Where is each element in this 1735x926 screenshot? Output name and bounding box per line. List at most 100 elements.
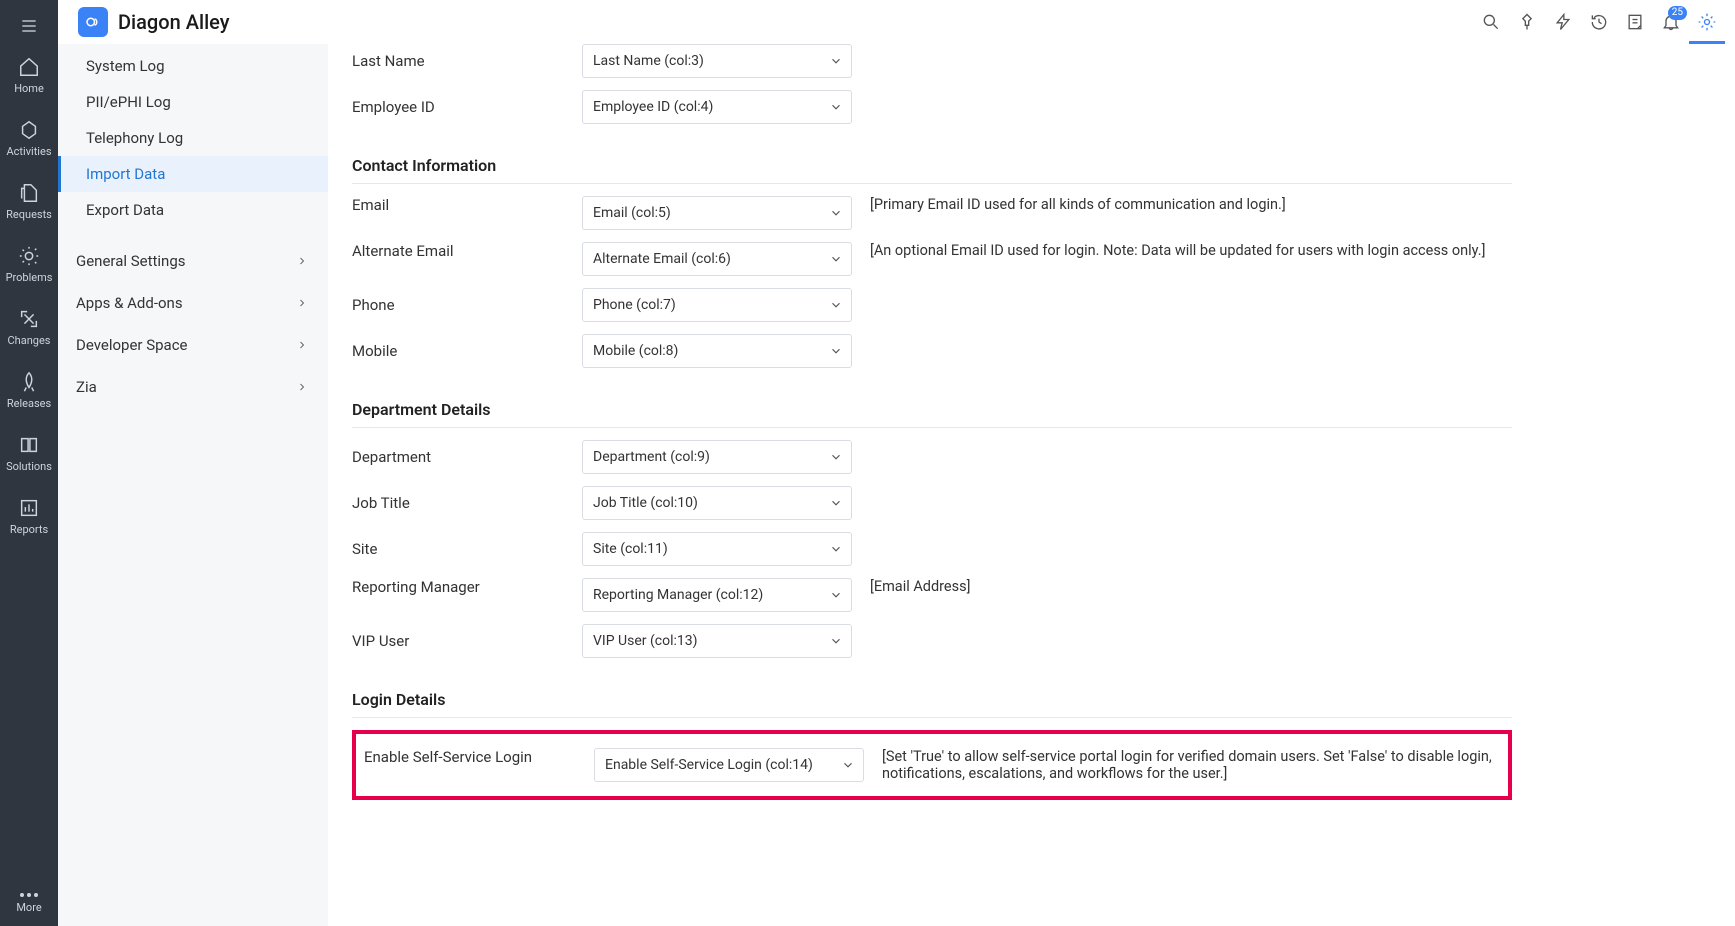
- main-content: Last Name Last Name (col:3) Employee ID …: [328, 44, 1735, 926]
- select-value: Email (col:5): [593, 205, 671, 221]
- label-phone: Phone: [352, 296, 582, 314]
- select-department[interactable]: Department (col:9): [582, 440, 852, 474]
- nav-home[interactable]: Home: [0, 44, 58, 107]
- nav-changes[interactable]: Changes: [0, 296, 58, 359]
- menu-toggle[interactable]: [0, 8, 58, 44]
- more-icon: [20, 893, 38, 897]
- section-title-login: Login Details: [352, 690, 1512, 718]
- nav-solutions[interactable]: Solutions: [0, 422, 58, 485]
- chevron-down-icon: [829, 206, 843, 220]
- label-alt-email: Alternate Email: [352, 242, 582, 260]
- sidebar-section-label: Apps & Add-ons: [76, 294, 183, 312]
- row-enable-self-service-login: Enable Self-Service Login Enable Self-Se…: [364, 748, 1500, 782]
- row-site: Site Site (col:11): [352, 532, 1512, 566]
- nav-changes-label: Changes: [8, 334, 51, 347]
- select-value: Mobile (col:8): [593, 343, 678, 359]
- select-value: Reporting Manager (col:12): [593, 587, 763, 603]
- topbar: Diagon Alley 25: [58, 0, 1735, 44]
- settings-sidebar: System Log PII/ePHI Log Telephony Log Im…: [58, 44, 328, 926]
- sidebar-section-general-settings[interactable]: General Settings: [58, 240, 328, 282]
- chevron-right-icon: [296, 339, 308, 351]
- sidebar-section-zia[interactable]: Zia: [58, 366, 328, 408]
- select-alt-email[interactable]: Alternate Email (col:6): [582, 242, 852, 276]
- bolt-icon[interactable]: [1545, 4, 1581, 40]
- select-reporting-manager[interactable]: Reporting Manager (col:12): [582, 578, 852, 612]
- select-job-title[interactable]: Job Title (col:10): [582, 486, 852, 520]
- chevron-down-icon: [829, 54, 843, 68]
- sidebar-item-pii-log[interactable]: PII/ePHI Log: [58, 84, 328, 120]
- highlighted-row: Enable Self-Service Login Enable Self-Se…: [352, 730, 1512, 800]
- select-phone[interactable]: Phone (col:7): [582, 288, 852, 322]
- brand-icon: [78, 7, 108, 37]
- sidebar-section-apps-addons[interactable]: Apps & Add-ons: [58, 282, 328, 324]
- sidebar-section-developer-space[interactable]: Developer Space: [58, 324, 328, 366]
- select-value: Enable Self-Service Login (col:14): [605, 757, 813, 773]
- chevron-right-icon: [296, 297, 308, 309]
- sidebar-item-import-data[interactable]: Import Data: [58, 156, 328, 192]
- select-value: Employee ID (col:4): [593, 99, 713, 115]
- sidebar-item-system-log[interactable]: System Log: [58, 48, 328, 84]
- label-site: Site: [352, 540, 582, 558]
- primary-nav: Home Activities Requests Problems Change…: [0, 0, 58, 926]
- sidebar-section-label: Zia: [76, 378, 97, 396]
- chevron-down-icon: [829, 298, 843, 312]
- hint-alt-email: [An optional Email ID used for login. No…: [852, 242, 1512, 259]
- label-vip-user: VIP User: [352, 632, 582, 650]
- row-email: Email Email (col:5) [Primary Email ID us…: [352, 196, 1512, 230]
- section-title-dept: Department Details: [352, 400, 1512, 428]
- select-vip-user[interactable]: VIP User (col:13): [582, 624, 852, 658]
- note-icon[interactable]: [1617, 4, 1653, 40]
- brand[interactable]: Diagon Alley: [78, 7, 230, 37]
- section-title-contact: Contact Information: [352, 156, 1512, 184]
- select-site[interactable]: Site (col:11): [582, 532, 852, 566]
- chevron-down-icon: [829, 252, 843, 266]
- hint-reporting-manager: [Email Address]: [852, 578, 1512, 595]
- chevron-right-icon: [296, 381, 308, 393]
- hint-email: [Primary Email ID used for all kinds of …: [852, 196, 1512, 213]
- select-value: Alternate Email (col:6): [593, 251, 731, 267]
- label-last-name: Last Name: [352, 52, 582, 70]
- settings-icon[interactable]: [1689, 4, 1725, 40]
- chevron-down-icon: [829, 588, 843, 602]
- notifications-icon[interactable]: 25: [1653, 4, 1689, 40]
- nav-activities-label: Activities: [7, 145, 52, 158]
- select-value: Phone (col:7): [593, 297, 676, 313]
- select-value: Job Title (col:10): [593, 495, 698, 511]
- chevron-down-icon: [829, 450, 843, 464]
- pin-icon[interactable]: [1509, 4, 1545, 40]
- label-enable-self-service-login: Enable Self-Service Login: [364, 748, 594, 766]
- row-mobile: Mobile Mobile (col:8): [352, 334, 1512, 368]
- label-reporting-manager: Reporting Manager: [352, 578, 582, 596]
- chevron-down-icon: [829, 344, 843, 358]
- nav-requests[interactable]: Requests: [0, 170, 58, 233]
- sidebar-item-telephony-log[interactable]: Telephony Log: [58, 120, 328, 156]
- nav-reports[interactable]: Reports: [0, 485, 58, 548]
- select-value: Department (col:9): [593, 449, 710, 465]
- chevron-down-icon: [829, 542, 843, 556]
- nav-more[interactable]: More: [0, 881, 58, 926]
- select-email[interactable]: Email (col:5): [582, 196, 852, 230]
- sidebar-section-label: General Settings: [76, 252, 186, 270]
- search-icon[interactable]: [1473, 4, 1509, 40]
- label-employee-id: Employee ID: [352, 98, 582, 116]
- row-reporting-manager: Reporting Manager Reporting Manager (col…: [352, 578, 1512, 612]
- nav-more-label: More: [16, 901, 41, 914]
- sidebar-item-export-data[interactable]: Export Data: [58, 192, 328, 228]
- history-icon[interactable]: [1581, 4, 1617, 40]
- select-value: Last Name (col:3): [593, 53, 704, 69]
- nav-requests-label: Requests: [6, 208, 52, 221]
- select-employee-id[interactable]: Employee ID (col:4): [582, 90, 852, 124]
- nav-activities[interactable]: Activities: [0, 107, 58, 170]
- sidebar-section-label: Developer Space: [76, 336, 188, 354]
- select-enable-self-service-login[interactable]: Enable Self-Service Login (col:14): [594, 748, 864, 782]
- row-employee-id: Employee ID Employee ID (col:4): [352, 90, 1512, 124]
- row-job-title: Job Title Job Title (col:10): [352, 486, 1512, 520]
- select-mobile[interactable]: Mobile (col:8): [582, 334, 852, 368]
- nav-releases[interactable]: Releases: [0, 359, 58, 422]
- row-last-name: Last Name Last Name (col:3): [352, 44, 1512, 78]
- select-value: VIP User (col:13): [593, 633, 697, 649]
- hint-enable-self-service-login: [Set 'True' to allow self-service portal…: [864, 748, 1500, 782]
- nav-problems[interactable]: Problems: [0, 233, 58, 296]
- select-last-name[interactable]: Last Name (col:3): [582, 44, 852, 78]
- select-value: Site (col:11): [593, 541, 668, 557]
